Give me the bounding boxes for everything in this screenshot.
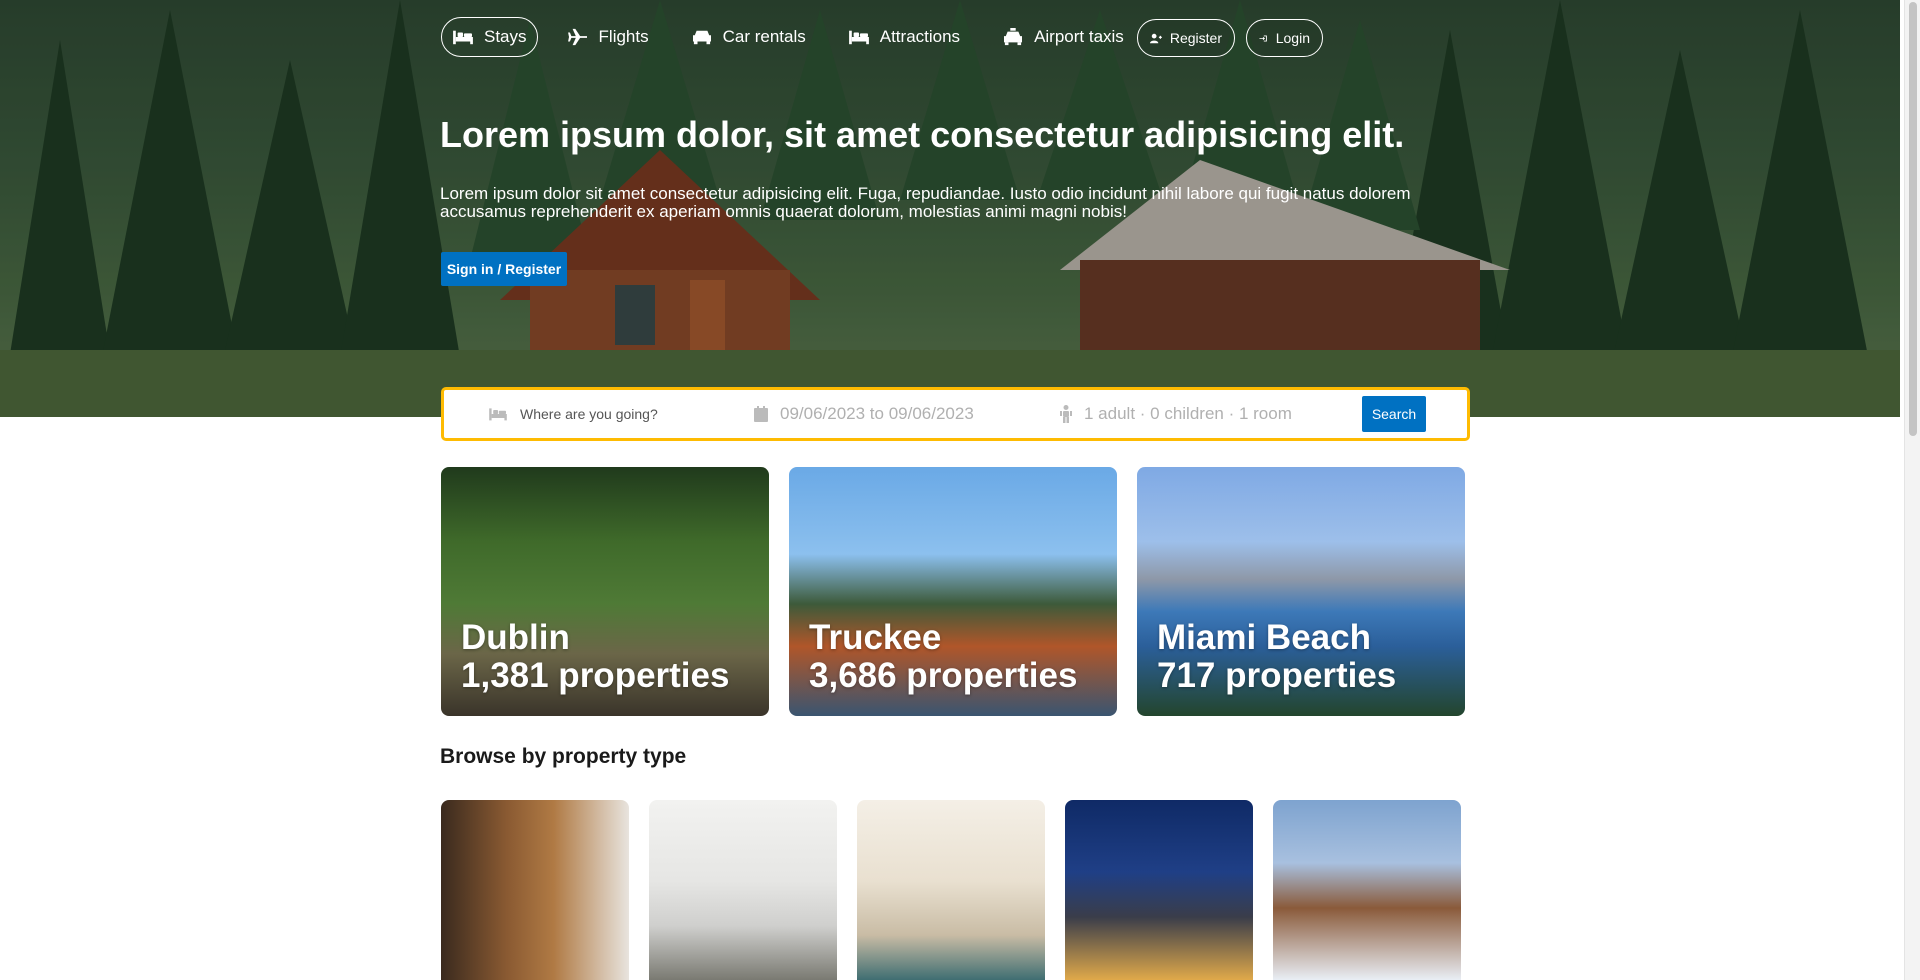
nav-flights[interactable]: Flights [554,17,662,57]
destination-field[interactable]: Where are you going? [488,390,658,438]
nav-car-rentals[interactable]: Car rentals [678,17,819,57]
login-icon [1259,34,1267,42]
featured-city-name: Miami Beach [1157,618,1371,657]
featured-city-name: Truckee [809,618,942,657]
person-icon [1060,405,1072,423]
nav-stays[interactable]: Stays [441,17,538,57]
property-type-card[interactable] [649,800,837,980]
login-button-label: Login [1275,30,1310,46]
nav-airport-taxis[interactable]: Airport taxis [989,17,1137,57]
featured-card-miami-beach[interactable]: Miami Beach 717 properties [1137,467,1465,716]
scrollbar-thumb[interactable] [1909,2,1917,436]
car-icon [692,30,711,45]
featured-city-name: Dublin [461,618,570,657]
featured-property-count: 1,381 properties [461,656,730,695]
property-type-card[interactable] [1065,800,1253,980]
login-button[interactable]: Login [1246,19,1323,57]
hero-title: Lorem ipsum dolor, sit amet consectetur … [440,114,1405,155]
nav-airport-taxis-label: Airport taxis [1034,27,1124,46]
search-button[interactable]: Search [1362,396,1426,432]
register-button[interactable]: Register [1137,19,1235,57]
destination-placeholder: Where are you going? [520,406,658,422]
hero-banner: Stays Flights Car rentals Attractions Ai… [0,0,1900,417]
nav-attractions[interactable]: Attractions [835,17,973,57]
nav-attractions-label: Attractions [879,27,961,46]
property-types-list [441,800,1461,980]
featured-cities: Dublin 1,381 properties Truckee 3,686 pr… [441,467,1465,716]
property-type-card[interactable] [857,800,1045,980]
user-plus-icon [1150,33,1162,43]
hero-description: Lorem ipsum dolor sit amet consectetur a… [440,184,1411,221]
featured-property-count: 717 properties [1157,656,1397,695]
main-nav: Stays Flights Car rentals Attractions Ai… [441,17,1153,57]
property-type-card[interactable] [441,800,629,980]
property-type-card[interactable] [1273,800,1461,980]
nav-flights-label: Flights [598,27,649,46]
date-range-field[interactable]: 09/06/2023 to 09/06/2023 [754,390,974,438]
guests-value: 1 adult · 0 children · 1 room [1084,404,1292,423]
search-bar: Where are you going? 09/06/2023 to 09/06… [441,387,1470,441]
bed-icon [848,30,869,45]
property-types-title: Browse by property type [440,745,687,768]
nav-car-rentals-label: Car rentals [722,27,806,46]
featured-card-dublin[interactable]: Dublin 1,381 properties [441,467,769,716]
nav-stays-label: Stays [484,27,527,46]
featured-card-truckee[interactable]: Truckee 3,686 properties [789,467,1117,716]
bed-icon [453,30,473,45]
register-button-label: Register [1169,30,1222,46]
bed-icon [489,408,507,421]
sign-in-register-button[interactable]: Sign in / Register [441,252,567,286]
calendar-icon [754,406,768,422]
date-range-value: 09/06/2023 to 09/06/2023 [780,404,974,423]
page-scrollbar[interactable] [1904,0,1920,980]
guests-field[interactable]: 1 adult · 0 children · 1 room [1060,390,1292,438]
featured-property-count: 3,686 properties [809,656,1078,695]
plane-icon [567,28,587,46]
taxi-icon [1004,28,1023,46]
